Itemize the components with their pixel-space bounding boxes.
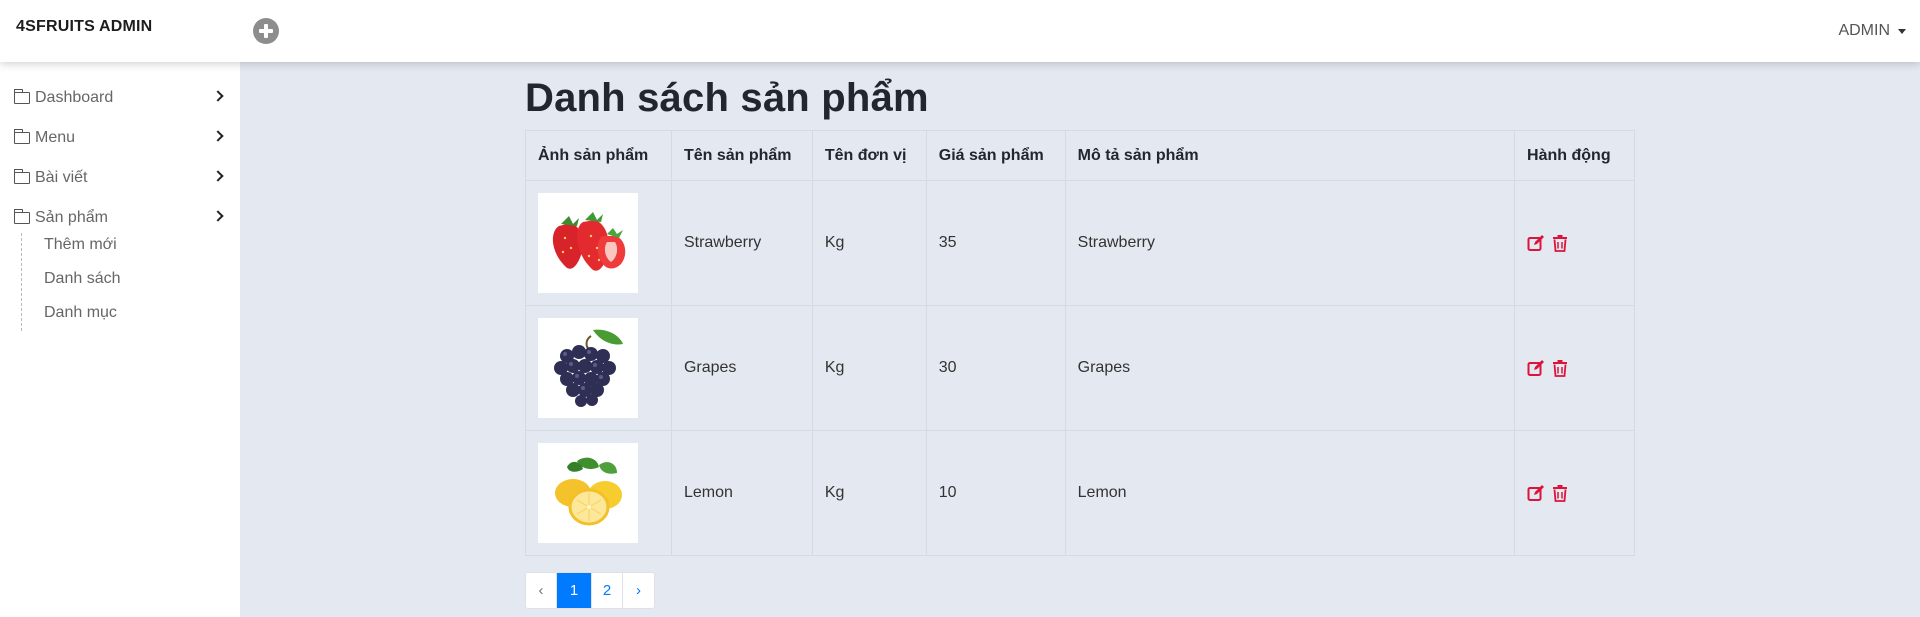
cell-image [525, 180, 672, 306]
plus-circle-icon[interactable] [253, 18, 279, 44]
cell-actions [1514, 430, 1635, 556]
edit-icon[interactable] [1527, 234, 1545, 252]
products-submenu: Thêm mới Danh sách Danh mục [21, 233, 201, 331]
folder-icon [13, 129, 30, 144]
folder-icon [13, 209, 30, 224]
cell-name: Grapes [670, 305, 813, 431]
edit-icon[interactable] [1527, 359, 1545, 377]
cell-unit: Kg [811, 180, 927, 306]
sidebar: Dashboard Menu Bài viết Sản phẩm [0, 62, 240, 617]
column-header-description: Mô tả sản phẩm [1064, 130, 1516, 181]
cell-image [525, 430, 672, 556]
strawberry-illustration [552, 212, 626, 271]
cell-price: 35 [925, 180, 1066, 306]
folder-icon [13, 89, 30, 104]
folder-icon [13, 169, 30, 184]
brand-logo-text[interactable]: 4SFRUITS ADMIN [16, 18, 152, 36]
trash-icon[interactable] [1551, 484, 1569, 502]
pagination-prev-button[interactable]: ‹ [526, 573, 557, 608]
column-header-price: Giá sản phẩm [925, 130, 1066, 181]
sidebar-item-label: Bài viết [35, 169, 88, 186]
column-header-unit: Tên đơn vị [811, 130, 927, 181]
submenu-item-categories[interactable]: Danh mục [44, 304, 117, 322]
cell-unit: Kg [811, 305, 927, 431]
sidebar-item-menu[interactable]: Menu [13, 126, 224, 150]
trash-icon[interactable] [1551, 359, 1569, 377]
cell-description: Strawberry [1064, 180, 1516, 306]
sidebar-item-products[interactable]: Sản phẩm [13, 206, 224, 230]
lemon-image [538, 443, 638, 543]
table-row: Strawberry Kg 35 Strawberry [525, 180, 1635, 306]
grapes-image [538, 318, 638, 418]
cell-price: 30 [925, 305, 1066, 431]
pagination-next-button[interactable]: › [623, 573, 654, 608]
grapes-illustration [554, 329, 623, 407]
cell-image [525, 305, 672, 431]
submenu-item-list[interactable]: Danh sách [44, 270, 121, 288]
chevron-right-icon [212, 170, 224, 182]
edit-icon[interactable] [1527, 484, 1545, 502]
cell-description: Lemon [1064, 430, 1516, 556]
pagination: ‹ 1 2 › [525, 572, 655, 609]
cell-actions [1514, 305, 1635, 431]
table-row: Lemon Kg 10 Lemon [525, 430, 1635, 556]
submenu-item-add-new[interactable]: Thêm mới [44, 236, 117, 254]
cell-price: 10 [925, 430, 1066, 556]
caret-down-icon [1898, 28, 1906, 34]
sidebar-item-dashboard[interactable]: Dashboard [13, 86, 224, 110]
chevron-right-icon [212, 130, 224, 142]
user-dropdown[interactable]: ADMIN [1838, 22, 1906, 40]
cell-name: Lemon [670, 430, 813, 556]
top-navbar: 4SFRUITS ADMIN ADMIN [0, 0, 1920, 62]
column-header-name: Tên sản phẩm [670, 130, 813, 181]
cell-description: Grapes [1064, 305, 1516, 431]
sidebar-item-label: Dashboard [35, 89, 114, 106]
sidebar-item-label: Menu [35, 129, 76, 146]
page-title: Danh sách sản phẩm [525, 76, 929, 120]
cell-name: Strawberry [670, 180, 813, 306]
products-table: Ảnh sản phẩm Tên sản phẩm Tên đơn vị Giá… [525, 130, 1635, 556]
trash-icon[interactable] [1551, 234, 1569, 252]
column-header-image: Ảnh sản phẩm [525, 130, 672, 181]
cell-actions [1514, 180, 1635, 306]
table-row: Grapes Kg 30 Grapes [525, 305, 1635, 431]
sidebar-item-posts[interactable]: Bài viết [13, 166, 224, 190]
strawberry-image [538, 193, 638, 293]
pagination-page-2[interactable]: 2 [592, 573, 623, 608]
chevron-right-icon [212, 90, 224, 102]
sidebar-item-label: Sản phẩm [35, 209, 108, 226]
cell-unit: Kg [811, 430, 927, 556]
table-header-row: Ảnh sản phẩm Tên sản phẩm Tên đơn vị Giá… [525, 130, 1635, 181]
column-header-actions: Hành động [1514, 130, 1635, 181]
pagination-page-1[interactable]: 1 [557, 573, 592, 608]
chevron-right-icon [212, 210, 224, 222]
user-label: ADMIN [1838, 22, 1890, 39]
lemon-illustration [555, 457, 622, 526]
